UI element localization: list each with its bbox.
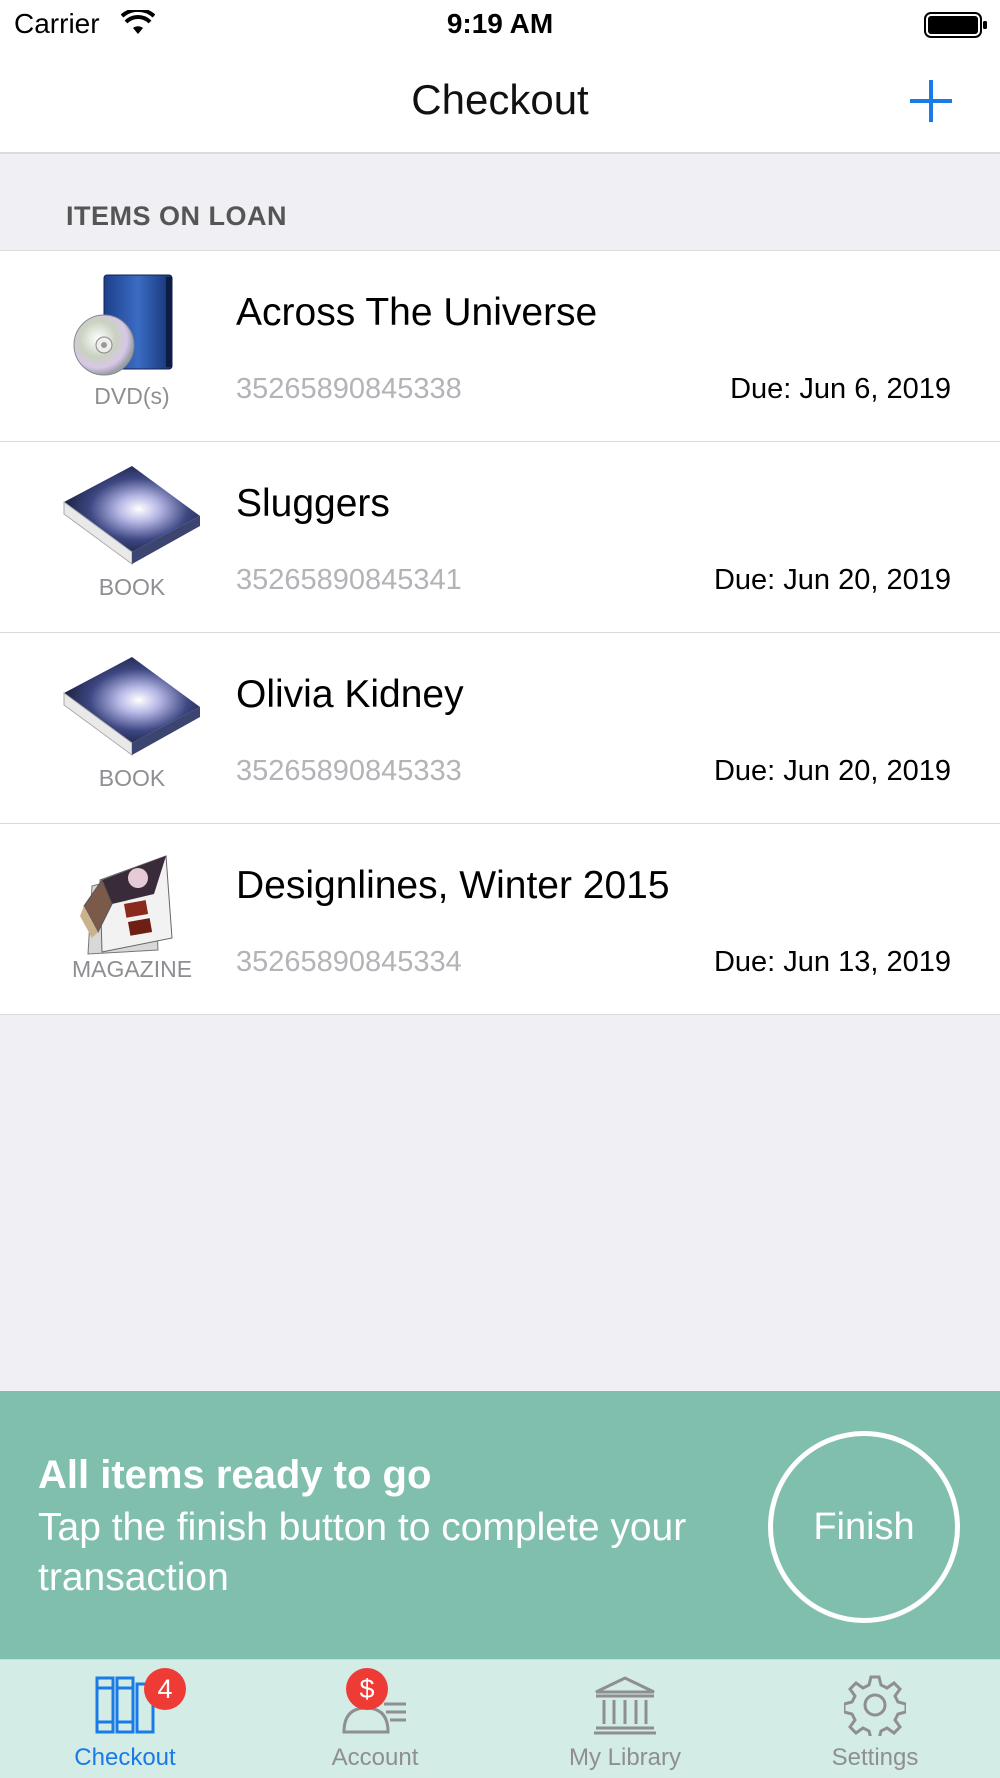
page-title: Checkout [411,76,589,123]
account-balance-badge: $ [346,1668,388,1710]
magazine-icon [62,846,202,956]
tab-label: Settings [831,1744,919,1771]
list-item[interactable]: BOOK Olivia Kidney 35265890845333 Due: J… [0,633,1000,824]
list-item[interactable]: MAGAZINE Designlines, Winter 2015 352658… [0,824,1000,1015]
item-type-label: BOOK [98,574,166,600]
list-item[interactable]: BOOK Sluggers 35265890845341 Due: Jun 20… [0,442,1000,633]
library-icon [500,1674,750,1736]
loan-list: DVD(s) Across The Universe 3526589084533… [0,251,1000,1015]
tab-account[interactable]: $ Account [250,1660,500,1778]
tab-label: Account [331,1744,419,1771]
status-time: 9:19 AM [446,8,554,39]
status-bar: Carrier 9:19 AM [0,0,1000,50]
item-barcode: 35265890845333 [236,755,462,787]
item-barcode: 35265890845341 [236,564,462,596]
item-due-date: Due: Jun 20, 2019 [713,755,951,787]
battery-icon [924,11,988,44]
item-due-date: Due: Jun 13, 2019 [713,946,951,978]
book-icon [62,655,202,765]
item-title: Across The Universe [236,291,598,334]
finish-banner: All items ready to go Tap the finish but… [0,1391,1000,1659]
tab-label: My Library [568,1744,682,1771]
books-icon [0,1674,250,1736]
item-barcode: 35265890845334 [236,946,462,978]
item-title: Sluggers [236,482,390,525]
banner-headline: All items ready to go [38,1453,432,1497]
tab-label: Checkout [74,1744,176,1771]
item-type-label: MAGAZINE [71,956,193,982]
navigation-bar: Checkout [0,50,1000,154]
plus-icon [910,80,952,122]
tab-my-library[interactable]: My Library [500,1660,750,1778]
section-header: ITEMS ON LOAN [0,155,1000,251]
item-type-label: DVD(s) [94,383,170,409]
banner-message: Tap the finish button to complete your t… [38,1506,687,1599]
list-item[interactable]: DVD(s) Across The Universe 3526589084533… [0,251,1000,442]
item-due-date: Due: Jun 6, 2019 [730,373,951,405]
item-title: Designlines, Winter 2015 [236,864,670,907]
item-type-label: BOOK [98,765,166,791]
tab-settings[interactable]: Settings [750,1660,1000,1778]
book-icon [62,464,202,574]
finish-button[interactable]: Finish [768,1431,960,1623]
item-barcode: 35265890845338 [236,373,462,405]
add-item-button[interactable] [906,76,956,126]
section-title: ITEMS ON LOAN [66,201,287,231]
tab-bar: 4 Checkout $ Account My Library Settings [0,1659,1000,1778]
checkout-count-badge: 4 [144,1668,186,1710]
tab-checkout[interactable]: 4 Checkout [0,1660,250,1778]
item-due-date: Due: Jun 20, 2019 [713,564,951,596]
gear-icon [750,1674,1000,1736]
dvd-icon [62,273,202,383]
item-title: Olivia Kidney [236,673,464,716]
